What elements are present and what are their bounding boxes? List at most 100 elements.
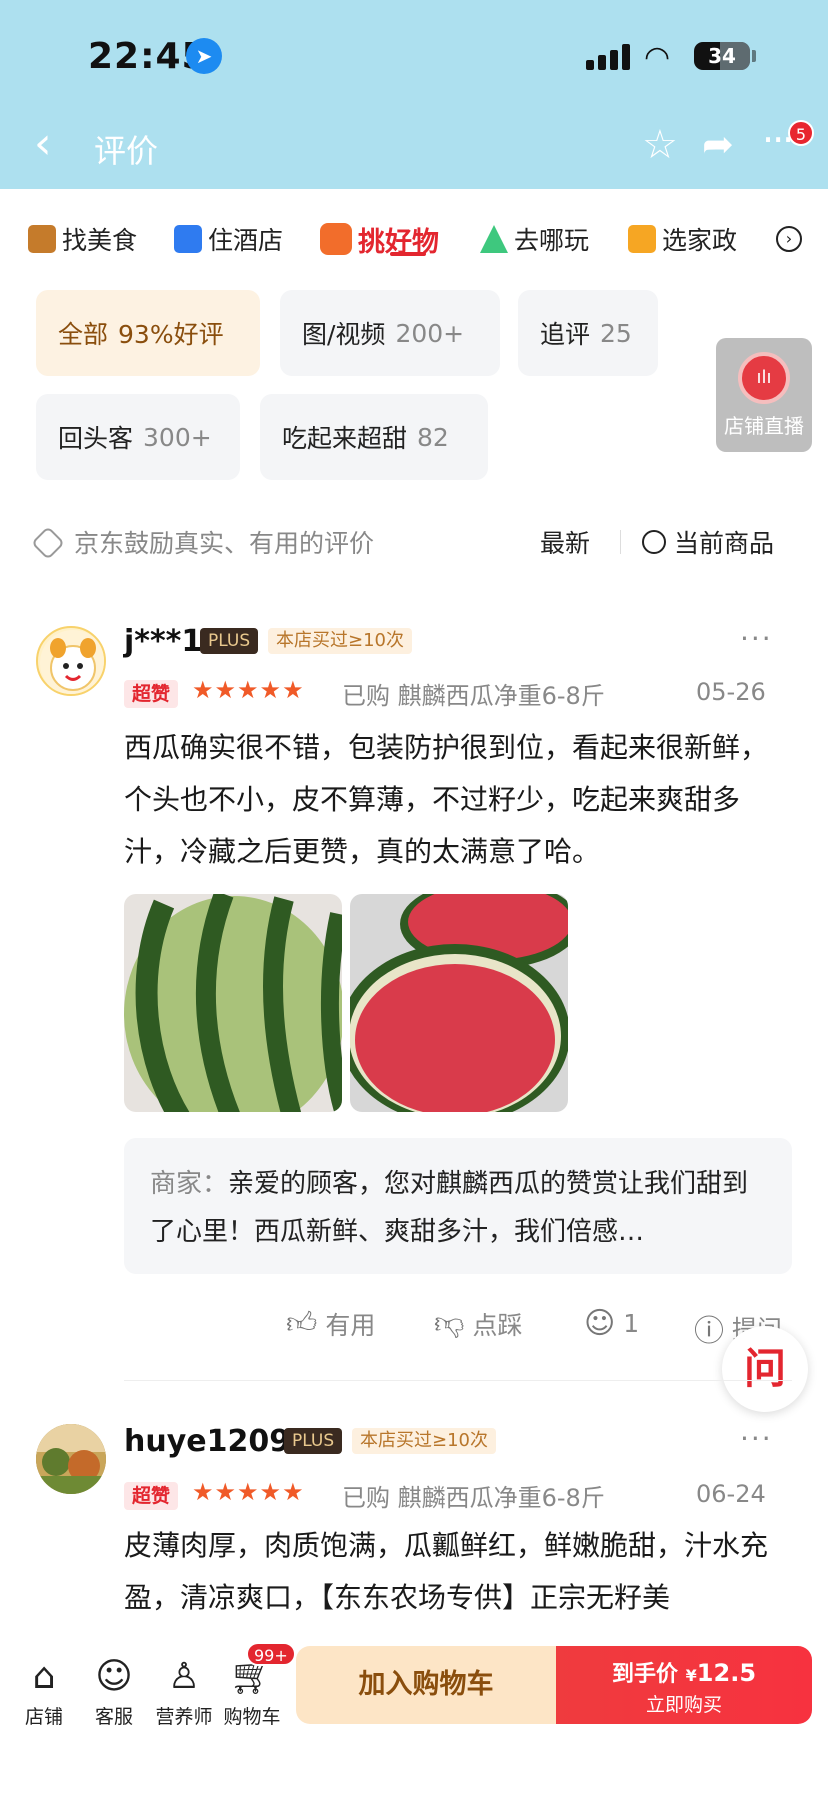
live-stream-icon: ılı — [738, 352, 790, 404]
channel-housekeeping[interactable]: 选家政 — [628, 214, 737, 264]
purchased-variant: 已购 麒麟西瓜净重6-8斤 — [342, 1484, 605, 1512]
dislike-button[interactable]: 👎︎ 点踩 — [434, 1306, 522, 1342]
review-more-icon[interactable]: ··· — [740, 622, 773, 655]
plus-badge: PLUS — [200, 628, 259, 654]
review-more-icon[interactable]: ··· — [740, 1422, 773, 1455]
comment-button[interactable]: ☺ 1 — [584, 1306, 639, 1341]
channel-label: 找美食 — [62, 226, 138, 255]
cellular-signal-icon — [586, 44, 634, 70]
filter-label: 追评 — [540, 320, 591, 349]
page-title: 评价 — [94, 132, 159, 170]
purchased-variant: 已购 麒麟西瓜净重6-8斤 — [342, 682, 605, 710]
buy-now-label: 立即购买 — [645, 1694, 722, 1716]
review-hint: 京东鼓励真实、有用的评价 — [31, 524, 374, 560]
battery-icon: 34 — [694, 42, 750, 70]
watermelon-whole-image — [124, 894, 342, 1112]
super-badge: 超赞 — [124, 680, 178, 708]
avatar[interactable] — [36, 626, 106, 696]
filter-count: 300+ — [143, 422, 212, 452]
channel-tabs: 找美食 住酒店 挑好物 去哪玩 选家政 — [0, 214, 828, 264]
buy-now-button[interactable]: 到手价 ¥12.5 立即购买 — [556, 1646, 812, 1724]
review-text: 西瓜确实很不错，包装防护很到位，看起来很新鲜，个头也不小，皮不算薄，不过籽少，吃… — [124, 731, 769, 868]
favorite-star-icon[interactable]: ☆ — [642, 122, 678, 168]
share-icon[interactable]: ➦ — [702, 122, 734, 166]
review-photo[interactable] — [350, 894, 568, 1112]
active-tab-indicator — [390, 252, 426, 256]
store-button[interactable]: ⌂ 店铺 — [8, 1652, 80, 1729]
merchant-reply[interactable]: 商家：亲爱的顾客，您对麒麟西瓜的赞赏让我们甜到了心里！西瓜新鲜、爽甜多汁，我们倍… — [124, 1138, 792, 1274]
shopping-bag-icon — [320, 223, 352, 255]
message-badge: 5 — [788, 120, 814, 146]
repeat-buyer-badge: 本店买过≥10次 — [352, 1428, 496, 1454]
filter-all[interactable]: 全部 93%好评 — [36, 290, 260, 376]
service-button[interactable]: ☺ 客服 — [78, 1652, 150, 1729]
navigation-bar: ‹ 评价 ☆ ➦ ··· 5 — [0, 110, 828, 180]
landscape-avatar-icon — [36, 1424, 106, 1494]
current-product-toggle[interactable]: 当前商品 — [642, 524, 774, 560]
review-date: 06-24 — [696, 1480, 766, 1508]
review-photo[interactable] — [124, 894, 342, 1112]
filter-count: 200+ — [395, 318, 465, 348]
channel-food[interactable]: 找美食 — [28, 214, 137, 264]
mountain-icon — [480, 225, 508, 253]
header-background: 22:45 ➤ ◠ 34 ‹ 评价 ☆ ➦ ··· 5 — [0, 0, 828, 189]
thumbs-down-icon: 👎︎ — [434, 1306, 465, 1341]
plus-badge: PLUS — [284, 1428, 343, 1454]
merchant-label: 商家： — [150, 1169, 229, 1199]
review-actions: 👍︎ 有用 👎︎ 点踩 ☺ 1 ⓘ 提问 — [0, 1306, 828, 1350]
review-text: 皮薄肉厚，肉质饱满，瓜瓤鲜红，鲜嫩脆甜，汁水充盈，清凉爽口，【东东农场专供】正宗… — [124, 1529, 769, 1614]
filter-media[interactable]: 图/视频 200+ — [280, 290, 500, 376]
question-icon: ⓘ — [694, 1314, 724, 1349]
bottom-action-bar: ⌂ 店铺 ☺ 客服 ♙ 营养师 🛒︎ 购物车 99+ 加入购物车 到手价 ¥12… — [0, 1630, 828, 1795]
sort-latest[interactable]: 最新 — [540, 524, 590, 560]
useful-button[interactable]: 👍︎ 有用 — [286, 1306, 375, 1342]
channel-travel[interactable]: 去哪玩 — [480, 214, 589, 264]
chevron-right-icon[interactable]: › — [776, 226, 802, 252]
filter-label: 图/视频 — [302, 320, 386, 349]
divider — [620, 530, 621, 554]
filter-count: 25 — [600, 318, 632, 348]
nutritionist-button[interactable]: ♙ 营养师 — [148, 1652, 220, 1729]
super-badge: 超赞 — [124, 1482, 178, 1510]
channel-label: 去哪玩 — [514, 226, 590, 255]
chat-icon: ☺ — [95, 1656, 133, 1697]
star-rating: ★★★★★ — [192, 676, 305, 704]
filter-followup[interactable]: 追评 25 — [518, 290, 658, 376]
food-bag-icon — [28, 225, 56, 253]
filter-sweet[interactable]: 吃起来超甜 82 — [260, 394, 488, 480]
channel-hotel[interactable]: 住酒店 — [174, 214, 283, 264]
current-product-label: 当前商品 — [674, 529, 775, 558]
wifi-icon: ◠ — [644, 40, 671, 75]
filter-label: 回头客 — [58, 424, 134, 453]
more-icon[interactable]: ··· — [762, 118, 794, 162]
channel-label: 选家政 — [662, 226, 738, 255]
reviewer-name[interactable]: huye1209 — [124, 1424, 290, 1459]
add-to-cart-button[interactable]: 加入购物车 — [296, 1646, 556, 1724]
back-icon[interactable]: ‹ — [34, 122, 70, 166]
watermelon-cut-image — [350, 894, 568, 1112]
location-arrow-icon: ➤ — [186, 38, 222, 74]
verified-icon — [31, 526, 65, 560]
battery-level: 34 — [708, 44, 736, 68]
price: 12.5 — [696, 1659, 757, 1687]
thumbs-up-icon: 👍︎ — [286, 1306, 318, 1341]
person-icon: ♙ — [167, 1656, 201, 1697]
avatar[interactable] — [36, 1424, 106, 1494]
filter-label: 吃起来超甜 — [282, 424, 408, 453]
repeat-buyer-badge: 本店买过≥10次 — [268, 628, 412, 654]
status-bar: 22:45 ➤ ◠ 34 — [0, 0, 828, 100]
ask-question-fab[interactable]: 问 — [722, 1326, 808, 1412]
dog-mascot-icon — [40, 630, 104, 694]
live-label: 店铺直播 — [724, 414, 804, 438]
channel-goods[interactable]: 挑好物 — [320, 214, 439, 264]
house-icon — [628, 225, 656, 253]
filter-returning[interactable]: 回头客 300+ — [36, 394, 240, 480]
filter-count: 82 — [417, 422, 449, 452]
channel-label: 住酒店 — [208, 226, 284, 255]
cart-count-badge: 99+ — [246, 1642, 296, 1666]
reviewer-name[interactable]: j***1 — [124, 624, 202, 659]
radio-icon[interactable] — [642, 530, 666, 554]
review-divider — [124, 1380, 792, 1381]
review-date: 05-26 — [696, 678, 766, 706]
store-live-button[interactable]: ılı 店铺直播 — [716, 338, 812, 452]
